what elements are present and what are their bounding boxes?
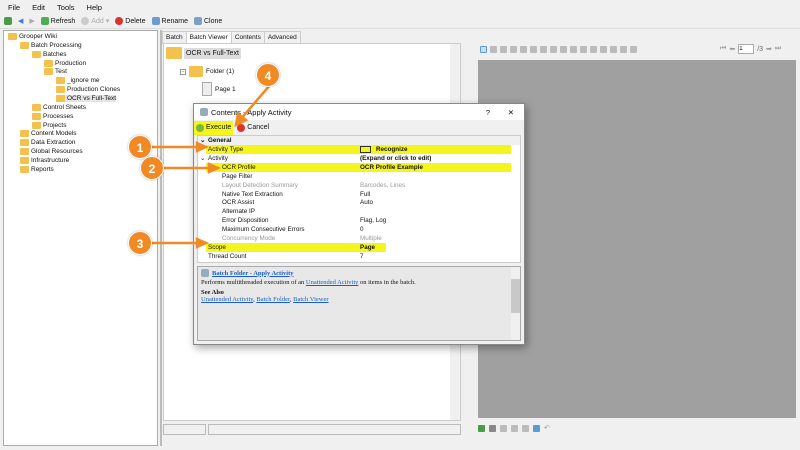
callout-3: 3 xyxy=(128,231,152,255)
callout-4: 4 xyxy=(256,63,280,87)
arrow-4 xyxy=(239,84,271,121)
callout-2: 2 xyxy=(140,156,164,180)
callout-arrows xyxy=(150,84,271,249)
